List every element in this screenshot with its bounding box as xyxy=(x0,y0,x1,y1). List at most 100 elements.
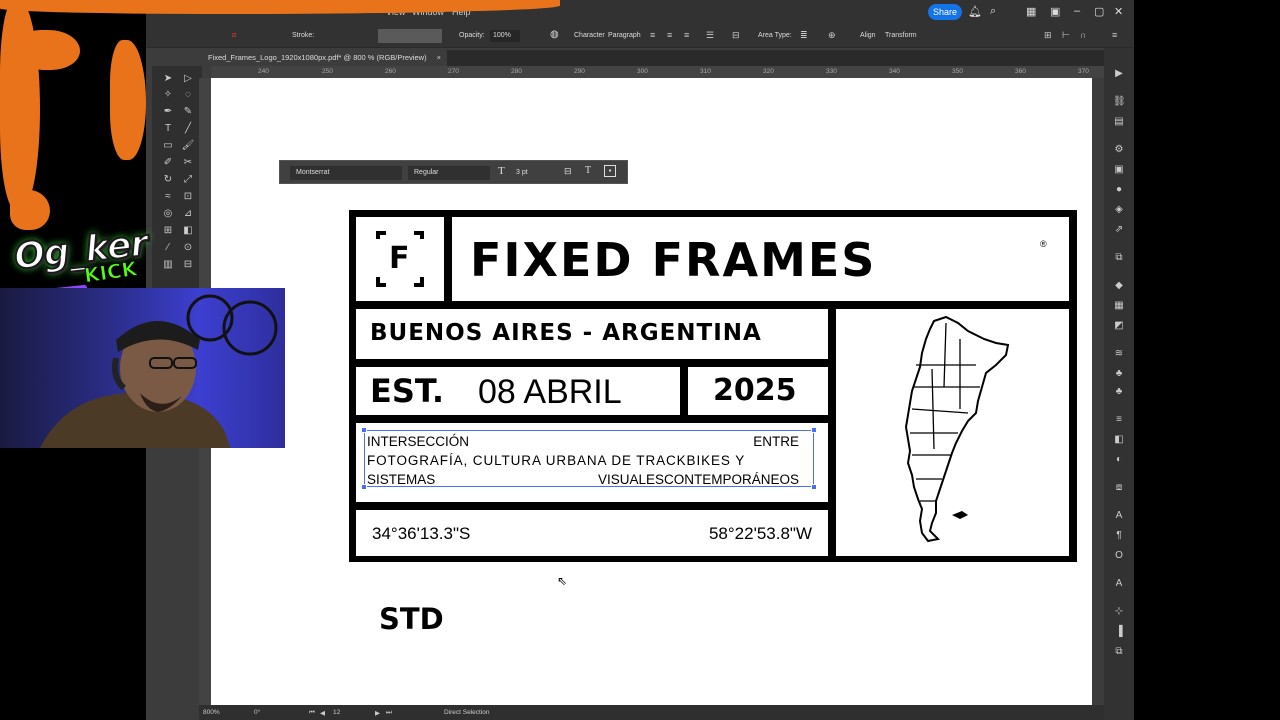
selection-handle[interactable] xyxy=(811,427,817,433)
asset-export-icon[interactable]: ▦ xyxy=(1113,300,1125,312)
lasso-icon[interactable]: ◌ xyxy=(180,88,196,102)
align-center-icon[interactable]: ≡ xyxy=(667,30,677,40)
shaper-icon[interactable]: ✐ xyxy=(160,156,176,170)
eyedropper-icon[interactable]: ⁄ xyxy=(160,241,176,255)
direct-selection-tool-icon[interactable]: ▷ xyxy=(180,72,196,86)
rotate-icon[interactable]: ↻ xyxy=(160,173,176,187)
image-trace-icon[interactable]: ◩ xyxy=(1113,320,1125,332)
layers-icon[interactable]: ◆ xyxy=(1113,280,1125,292)
area-type-options-icon[interactable]: ≣ xyxy=(800,30,810,40)
font-family-field[interactable]: Montserrat xyxy=(290,166,402,180)
document-icon[interactable]: ▤ xyxy=(1113,116,1125,128)
rotation-value[interactable]: 0° xyxy=(254,709,260,716)
globe-icon[interactable]: ⊕ xyxy=(828,30,838,40)
close-window-icon[interactable]: ✕ xyxy=(1114,5,1123,18)
gradient-panel-icon[interactable]: ◧ xyxy=(1113,434,1125,446)
selection-handle[interactable] xyxy=(361,484,367,490)
panel-menu-icon[interactable]: ≡ xyxy=(1112,30,1122,40)
gradient-icon[interactable]: ◧ xyxy=(180,224,196,238)
glyphs-icon[interactable]: A xyxy=(1113,578,1125,590)
blend-icon[interactable]: ⊙ xyxy=(180,241,196,255)
bell-icon[interactable]: 🔔︎ xyxy=(968,5,982,18)
artboard-canvas[interactable]: Montserrat Regular T 3 pt ⊟ T ▪ F FIXED … xyxy=(211,78,1092,705)
opentype-icon[interactable]: O xyxy=(1113,550,1125,562)
export-icon[interactable]: ⇗ xyxy=(1113,224,1125,236)
graph-icon[interactable]: ▥ xyxy=(160,258,176,272)
close-tab-icon[interactable]: × xyxy=(437,53,441,62)
opacity-field[interactable]: 100% xyxy=(490,30,520,42)
isolate-icon[interactable]: ⊞ xyxy=(1044,30,1054,40)
links-icon[interactable]: ⛓ xyxy=(1113,96,1126,108)
stroke-panel-icon[interactable]: ≡ xyxy=(1113,414,1125,426)
maximize-icon[interactable]: ▢ xyxy=(1094,5,1104,18)
align-link[interactable]: Align xyxy=(860,32,876,39)
panel-options-icon[interactable]: ▪ xyxy=(604,165,616,177)
color-icon[interactable]: ● xyxy=(1113,184,1125,196)
appearance-icon[interactable]: ⧈ xyxy=(1113,482,1125,494)
type-tool-icon[interactable]: T xyxy=(160,122,176,136)
perspective-icon[interactable]: ⊿ xyxy=(180,207,196,221)
first-artboard-icon[interactable]: ⏮ xyxy=(309,709,315,717)
artboard-icon[interactable]: ⊟ xyxy=(180,258,196,272)
font-size-field[interactable]: 3 pt xyxy=(512,166,542,180)
selection-handle[interactable] xyxy=(811,484,817,490)
vertical-align-icon[interactable]: ⊟ xyxy=(732,30,742,40)
mesh-icon[interactable]: ⊞ xyxy=(160,224,176,238)
prev-artboard-icon[interactable]: ◀ xyxy=(320,709,325,717)
magic-wand-icon[interactable]: ✧ xyxy=(160,88,176,102)
text-align-icon[interactable]: ☰ xyxy=(706,30,716,40)
arc-icon[interactable]: ∩ xyxy=(1080,30,1090,40)
properties-icon[interactable]: ⚙ xyxy=(1113,144,1125,156)
artboard-number[interactable]: 12 xyxy=(333,709,340,716)
fixed-frames-logo[interactable]: F FIXED FRAMES ® BUENOS AIRES - ARGENTIN… xyxy=(349,210,1077,562)
artboards-icon[interactable]: ⧉ xyxy=(1113,252,1125,264)
brushes-icon[interactable]: ≋ xyxy=(1113,348,1125,360)
document-tab[interactable]: Fixed_Frames_Logo_1920x1080px.pdf* @ 800… xyxy=(202,50,448,66)
symbols-icon[interactable]: ♣ xyxy=(1113,368,1125,380)
transform-link[interactable]: Transform xyxy=(885,32,917,39)
type-options-icon[interactable]: T xyxy=(585,165,591,176)
line-tool-icon[interactable]: ╱ xyxy=(180,122,196,136)
graphic-styles-icon[interactable]: ♣ xyxy=(1113,386,1125,398)
scissors-icon[interactable]: ✂ xyxy=(180,156,196,170)
stroke-none-icon[interactable]: ⧄ xyxy=(232,32,236,40)
transparency-icon[interactable]: ◐ xyxy=(1113,454,1125,466)
warp-icon[interactable]: ≈ xyxy=(160,190,176,204)
leading-icon[interactable]: ⊟ xyxy=(564,166,572,177)
curvature-icon[interactable]: ✎ xyxy=(180,105,196,119)
text-selection-box[interactable] xyxy=(361,427,817,490)
align-panel-icon[interactable]: ▐ xyxy=(1113,626,1125,638)
last-artboard-icon[interactable]: ⏭ xyxy=(386,709,392,717)
arrange-icon[interactable]: ▣ xyxy=(1050,5,1060,18)
selection-handle[interactable] xyxy=(361,427,367,433)
minimize-icon[interactable]: – xyxy=(1074,5,1080,17)
workspace-icon[interactable]: ▦ xyxy=(1026,5,1036,18)
selection-tool-icon[interactable]: ➤ xyxy=(160,72,176,86)
paintbrush-icon[interactable]: 🖌︎ xyxy=(180,139,196,153)
transform-panel-icon[interactable]: ⊹ xyxy=(1113,606,1125,618)
std-text[interactable]: STD xyxy=(379,602,444,636)
recolor-icon[interactable]: ◍ xyxy=(550,29,559,40)
paragraph-panel-icon[interactable]: ¶ xyxy=(1113,530,1125,542)
share-button[interactable]: Share xyxy=(928,4,962,20)
align-left-icon[interactable]: ≡ xyxy=(650,30,660,40)
flip-icon[interactable]: ⊢ xyxy=(1062,30,1072,40)
play-icon[interactable]: ▶ xyxy=(1113,68,1125,80)
free-transform-icon[interactable]: ⊡ xyxy=(180,190,196,204)
align-right-icon[interactable]: ≡ xyxy=(684,30,694,40)
search-icon[interactable]: ⌕ xyxy=(990,5,996,18)
character-panel-icon[interactable]: A xyxy=(1113,510,1125,522)
scale-icon[interactable]: ⤢ xyxy=(180,173,196,187)
next-artboard-icon[interactable]: ▶ xyxy=(375,709,380,717)
stroke-weight-field[interactable] xyxy=(378,29,442,43)
character-link[interactable]: Character xyxy=(574,32,605,39)
font-style-field[interactable]: Regular xyxy=(408,166,490,180)
zoom-level[interactable]: 800% xyxy=(203,709,220,716)
swatches-icon[interactable]: ◈ xyxy=(1113,204,1125,216)
horizontal-ruler[interactable]: 240 250 260 270 280 290 300 310 320 330 … xyxy=(211,66,1108,78)
shape-builder-icon[interactable]: ◎ xyxy=(160,207,176,221)
pathfinder-icon[interactable]: ⧉ xyxy=(1113,646,1125,658)
pen-tool-icon[interactable]: ✒ xyxy=(160,105,176,119)
libraries-icon[interactable]: ▣ xyxy=(1113,164,1125,176)
rectangle-tool-icon[interactable]: ▭ xyxy=(160,139,176,153)
